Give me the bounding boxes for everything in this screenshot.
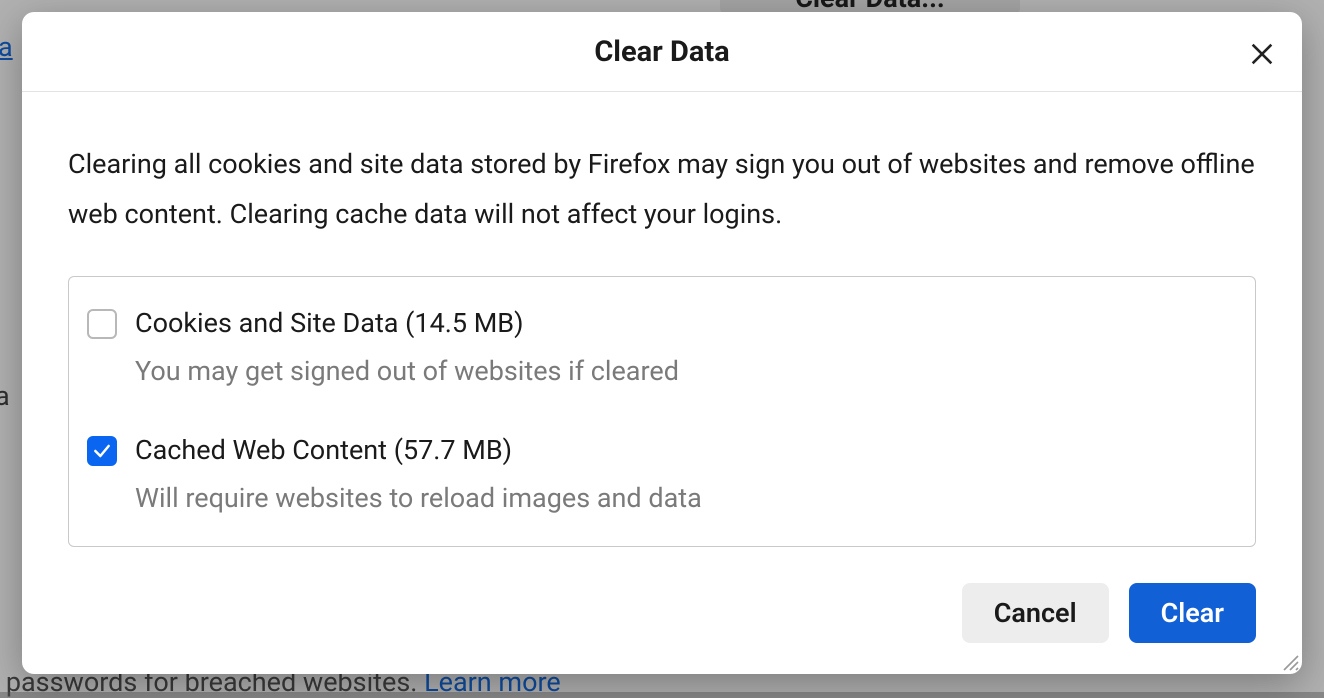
option-text-group: Cookies and Site Data (14.5 MB) You may … [135,305,1237,391]
clear-data-dialog: Clear Data Clearing all cookies and site… [22,12,1302,674]
clear-button[interactable]: Clear [1129,583,1256,643]
close-button[interactable] [1244,36,1280,72]
cookies-option-label[interactable]: Cookies and Site Data (14.5 MB) [135,305,1237,343]
checkmark-icon [92,441,112,461]
cookies-checkbox[interactable] [87,309,117,339]
cancel-button[interactable]: Cancel [962,583,1109,643]
option-cookies-site-data: Cookies and Site Data (14.5 MB) You may … [87,305,1237,391]
cached-option-description: Will require websites to reload images a… [135,480,1237,518]
options-container: Cookies and Site Data (14.5 MB) You may … [68,276,1256,547]
dialog-body: Clearing all cookies and site data store… [22,92,1302,567]
dialog-footer: Cancel Clear [22,567,1302,643]
cookies-option-description: You may get signed out of websites if cl… [135,353,1237,391]
dialog-header: Clear Data [22,12,1302,92]
option-text-group: Cached Web Content (57.7 MB) Will requir… [135,432,1237,518]
cached-checkbox[interactable] [87,436,117,466]
cached-option-label[interactable]: Cached Web Content (57.7 MB) [135,432,1237,470]
dialog-title: Clear Data [594,35,729,69]
close-icon [1248,40,1276,68]
dialog-description: Clearing all cookies and site data store… [68,140,1256,240]
option-cached-web-content: Cached Web Content (57.7 MB) Will requir… [87,432,1237,518]
resize-handle-icon[interactable] [1280,652,1300,672]
